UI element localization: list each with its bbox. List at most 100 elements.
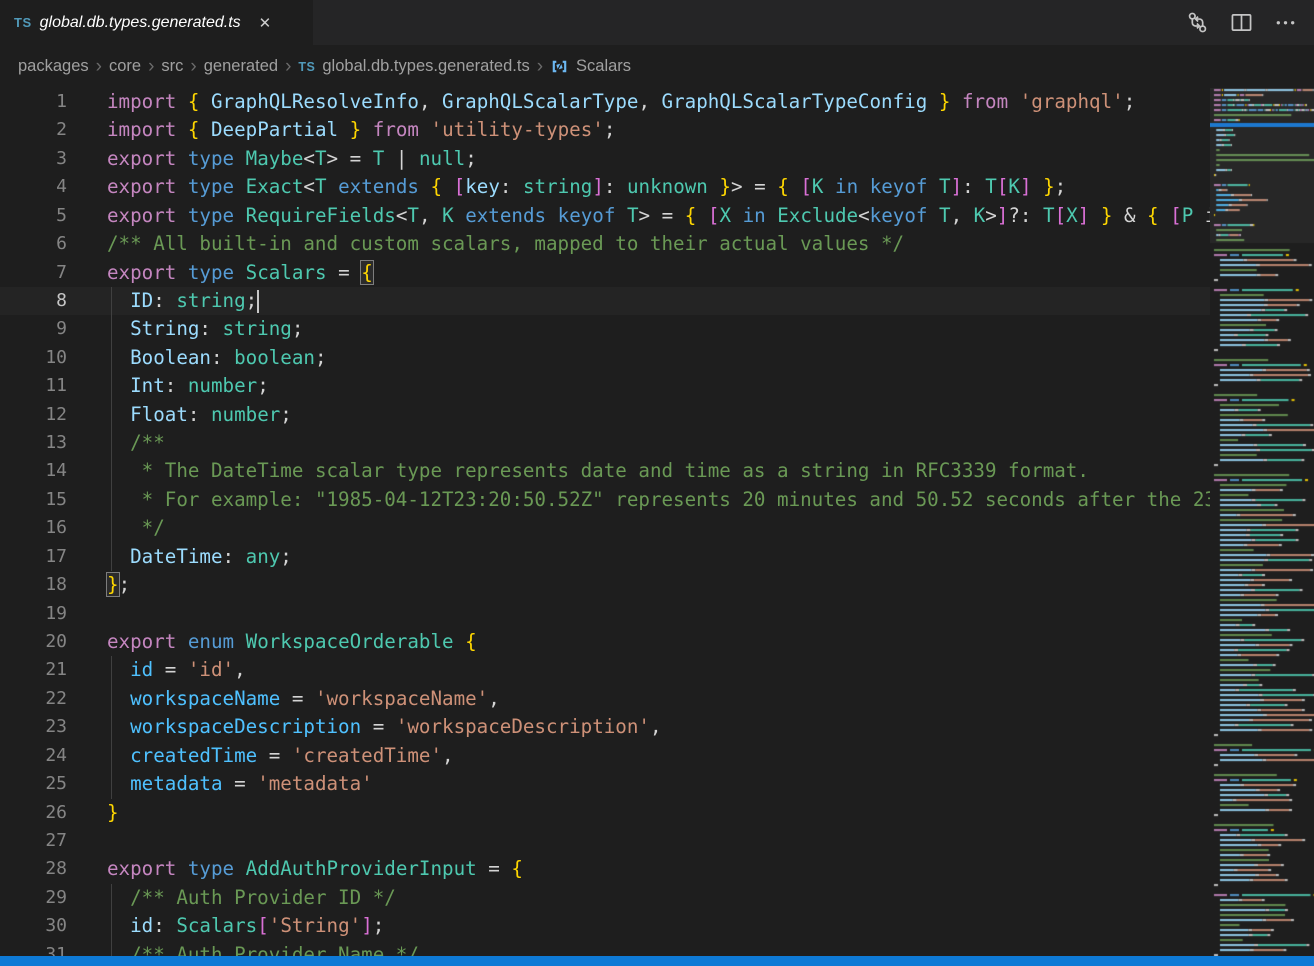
code-line[interactable]: 3export type Maybe<T> = T | null; — [0, 145, 1314, 173]
code-line[interactable]: 10 Boolean: boolean; — [0, 344, 1314, 372]
code-text: metadata = 'metadata' — [107, 770, 373, 798]
line-number: 16 — [0, 514, 67, 542]
code-text: export type Scalars = { — [107, 259, 373, 287]
line-number: 19 — [0, 600, 67, 628]
code-line[interactable]: 14 * The DateTime scalar type represents… — [0, 457, 1314, 485]
code-line[interactable]: 26} — [0, 799, 1314, 827]
code-line[interactable]: 17 DateTime: any; — [0, 543, 1314, 571]
typescript-file-icon: TS — [298, 60, 315, 74]
code-line[interactable]: 13 /** — [0, 429, 1314, 457]
code-line[interactable]: 8 ID: string; — [0, 287, 1314, 315]
line-number: 11 — [0, 372, 67, 400]
code-line[interactable]: 19 — [0, 600, 1314, 628]
text-cursor — [257, 290, 259, 313]
breadcrumb-item-packages[interactable]: packages — [18, 57, 89, 76]
code-text: Int: number; — [107, 372, 269, 400]
split-editor-icon[interactable] — [1226, 8, 1256, 38]
line-number: 23 — [0, 713, 67, 741]
breadcrumb-separator-icon: › — [148, 57, 154, 76]
code-line[interactable]: 24 createdTime = 'createdTime', — [0, 742, 1314, 770]
line-number: 15 — [0, 486, 67, 514]
breadcrumb-label: core — [109, 57, 141, 76]
breadcrumb: packages › core › src › generated › TSglobal.db.… — [0, 45, 1314, 88]
line-number: 5 — [0, 202, 67, 230]
code-text: import { DeepPartial } from 'utility-typ… — [107, 116, 615, 144]
code-line[interactable]: 16 */ — [0, 514, 1314, 542]
status-bar-top-edge — [0, 956, 1314, 966]
breadcrumb-item-generated[interactable]: generated — [204, 57, 278, 76]
code-line[interactable]: 18}; — [0, 571, 1314, 599]
code-line[interactable]: 6/** All built-in and custom scalars, ma… — [0, 230, 1314, 258]
line-number: 2 — [0, 116, 67, 144]
code-line[interactable]: 1 import { GraphQLResolveInfo, GraphQLSca… — [0, 88, 1314, 116]
code-text: /** All built-in and custom scalars, map… — [107, 230, 904, 258]
line-number: 3 — [0, 145, 67, 173]
minimap[interactable] — [1210, 88, 1314, 966]
typescript-file-icon: TS — [14, 15, 32, 30]
line-number: 26 — [0, 799, 67, 827]
code-line[interactable]: 23 workspaceDescription = 'workspaceDesc… — [0, 713, 1314, 741]
line-number: 17 — [0, 543, 67, 571]
code-text: DateTime: any; — [107, 543, 292, 571]
line-number: 29 — [0, 884, 67, 912]
line-number: 13 — [0, 429, 67, 457]
breadcrumb-item-src[interactable]: src — [161, 57, 183, 76]
line-number: 21 — [0, 656, 67, 684]
code-line[interactable]: 5 export type RequireFields<T, K extends … — [0, 202, 1314, 230]
line-number: 24 — [0, 742, 67, 770]
code-line[interactable]: 22 workspaceName = 'workspaceName', — [0, 685, 1314, 713]
code-text: } — [107, 799, 119, 827]
code-text: Boolean: boolean; — [107, 344, 327, 372]
breadcrumb-separator-icon: › — [537, 57, 543, 76]
code-line[interactable]: 2 import { DeepPartial } from 'utility-ty… — [0, 116, 1314, 144]
symbol-type-icon — [550, 57, 569, 76]
code-line[interactable]: 9 String: string; — [0, 315, 1314, 343]
code-text: export enum WorkspaceOrderable { — [107, 628, 477, 656]
more-actions-icon[interactable] — [1270, 8, 1300, 38]
code-text: String: string; — [107, 315, 303, 343]
close-tab-icon[interactable]: ✕ — [255, 12, 276, 34]
breadcrumb-separator-icon: › — [190, 57, 196, 76]
code-text: * For example: "1985-04-12T23:20:50.52Z"… — [107, 486, 1216, 514]
code-line[interactable]: 15 * For example: "1985-04-12T23:20:50.5… — [0, 486, 1314, 514]
code-line[interactable]: 11 Int: number; — [0, 372, 1314, 400]
tab-global-db-types-generated[interactable]: TS global.db.types.generated.ts ✕ — [0, 0, 313, 45]
breadcrumb-separator-icon: › — [285, 57, 291, 76]
code-text: }; — [107, 571, 130, 599]
breadcrumb-item-core[interactable]: core — [109, 57, 141, 76]
code-text: */ — [107, 514, 165, 542]
code-line[interactable]: 4 export type Exact<T extends { [key: str… — [0, 173, 1314, 201]
code-line[interactable]: 12 Float: number; — [0, 401, 1314, 429]
tab-bar: TS global.db.types.generated.ts ✕ — [0, 0, 1314, 45]
breadcrumb-label: src — [161, 57, 183, 76]
code-line[interactable]: 20 export enum WorkspaceOrderable { — [0, 628, 1314, 656]
code-text: export type Exact<T extends { [key: stri… — [107, 173, 1066, 201]
code-line[interactable]: 27 — [0, 827, 1314, 855]
code-text: export type RequireFields<T, K extends k… — [107, 202, 1216, 230]
editor-actions — [1182, 0, 1314, 45]
code-text: workspaceDescription = 'workspaceDescrip… — [107, 713, 662, 741]
line-number: 30 — [0, 912, 67, 940]
code-line[interactable]: 30 id: Scalars['String']; — [0, 912, 1314, 940]
code-line[interactable]: 7 export type Scalars = { — [0, 259, 1314, 287]
breadcrumb-label: generated — [204, 57, 278, 76]
line-number: 4 — [0, 173, 67, 201]
line-number: 14 — [0, 457, 67, 485]
line-number: 7 — [0, 259, 67, 287]
breadcrumb-item-scalars[interactable]: Scalars — [550, 57, 631, 76]
line-number: 18 — [0, 571, 67, 599]
code-text: createdTime = 'createdTime', — [107, 742, 454, 770]
line-number: 1 — [0, 88, 67, 116]
code-text: export type AddAuthProviderInput = { — [107, 855, 523, 883]
code-line[interactable]: 25 metadata = 'metadata' — [0, 770, 1314, 798]
line-number: 10 — [0, 344, 67, 372]
code-line[interactable]: 21 id = 'id', — [0, 656, 1314, 684]
code-line[interactable]: 29 /** Auth Provider ID */ — [0, 884, 1314, 912]
code-text: ID: string; — [107, 287, 257, 315]
line-number: 20 — [0, 628, 67, 656]
breadcrumb-item-global-db-types-generated-ts[interactable]: TSglobal.db.types.generated.ts — [298, 57, 529, 76]
open-changes-icon[interactable] — [1182, 8, 1212, 38]
code-editor[interactable]: 1 import { GraphQLResolveInfo, GraphQLSca… — [0, 88, 1314, 966]
code-line[interactable]: 28export type AddAuthProviderInput = { — [0, 855, 1314, 883]
code-text: import { GraphQLResolveInfo, GraphQLScal… — [107, 88, 1135, 116]
